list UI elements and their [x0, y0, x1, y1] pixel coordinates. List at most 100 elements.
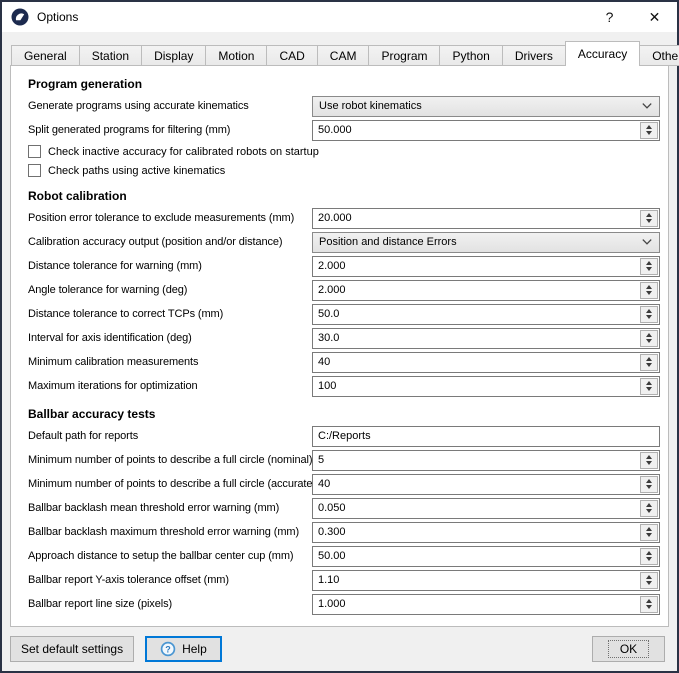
help-button[interactable]: ? Help: [145, 636, 222, 662]
position-error-tolerance-spinbox[interactable]: [312, 208, 660, 229]
calibration-accuracy-output-combobox[interactable]: Position and distance Errors: [312, 232, 660, 253]
spin-buttons[interactable]: [640, 524, 658, 541]
spinbox-value-input[interactable]: [313, 353, 640, 372]
spin-buttons[interactable]: [640, 452, 658, 469]
spin-buttons[interactable]: [640, 476, 658, 493]
tab-other[interactable]: Other: [639, 45, 679, 66]
form-row: Split generated programs for filtering (…: [28, 118, 660, 142]
spinbox-value-input[interactable]: [313, 121, 640, 140]
spin-up-icon: [646, 261, 652, 265]
text-input[interactable]: [313, 427, 659, 446]
spinbox-value-input[interactable]: [313, 209, 640, 228]
spin-buttons[interactable]: [640, 572, 658, 589]
generate-programs-kinematics-combobox[interactable]: Use robot kinematics: [312, 96, 660, 117]
spin-buttons[interactable]: [640, 378, 658, 395]
spinbox-value-input[interactable]: [313, 257, 640, 276]
interval-axis-identification-spinbox[interactable]: [312, 328, 660, 349]
ok-button[interactable]: OK: [592, 636, 665, 662]
default-path-reports-input[interactable]: [312, 426, 660, 447]
spin-buttons[interactable]: [640, 548, 658, 565]
field-label: Interval for axis identification (deg): [28, 332, 312, 344]
spin-buttons[interactable]: [640, 306, 658, 323]
spin-up-icon: [646, 333, 652, 337]
split-programs-filtering-spinbox[interactable]: [312, 120, 660, 141]
ballbar-backlash-mean-spinbox[interactable]: [312, 498, 660, 519]
tab-python[interactable]: Python: [439, 45, 502, 66]
distance-tolerance-tcp-spinbox[interactable]: [312, 304, 660, 325]
min-points-circle-nominal-spinbox[interactable]: [312, 450, 660, 471]
form-row: Ballbar report line size (pixels): [28, 592, 660, 616]
tab-drivers[interactable]: Drivers: [502, 45, 566, 66]
spin-down-icon: [646, 557, 652, 561]
check-inactive-accuracy-checkbox[interactable]: [28, 145, 41, 158]
spin-buttons[interactable]: [640, 354, 658, 371]
spinbox-value-input[interactable]: [313, 499, 640, 518]
field-label: Minimum calibration measurements: [28, 356, 312, 368]
ballbar-backlash-max-spinbox[interactable]: [312, 522, 660, 543]
spin-buttons[interactable]: [640, 282, 658, 299]
spin-buttons[interactable]: [640, 122, 658, 139]
spin-up-icon: [646, 479, 652, 483]
field-label: Ballbar report Y-axis tolerance offset (…: [28, 574, 312, 586]
spinbox-value-input[interactable]: [313, 547, 640, 566]
spin-buttons[interactable]: [640, 596, 658, 613]
form-row: Check paths using active kinematics: [28, 161, 660, 180]
spin-down-icon: [646, 605, 652, 609]
spin-up-icon: [646, 125, 652, 129]
spinbox-value-input[interactable]: [313, 451, 640, 470]
spinbox-value-input[interactable]: [313, 377, 640, 396]
titlebar-close-button[interactable]: ✕: [632, 2, 677, 32]
spin-up-icon: [646, 575, 652, 579]
approach-distance-center-cup-spinbox[interactable]: [312, 546, 660, 567]
form-row: Ballbar report Y-axis tolerance offset (…: [28, 568, 660, 592]
tab-program[interactable]: Program: [368, 45, 440, 66]
ballbar-yaxis-tolerance-spinbox[interactable]: [312, 570, 660, 591]
spin-buttons[interactable]: [640, 258, 658, 275]
distance-tolerance-warning-spinbox[interactable]: [312, 256, 660, 277]
ballbar-line-size-spinbox[interactable]: [312, 594, 660, 615]
tab-station[interactable]: Station: [79, 45, 142, 66]
spin-buttons[interactable]: [640, 500, 658, 517]
spinbox-value-input[interactable]: [313, 595, 640, 614]
field-label: Distance tolerance to correct TCPs (mm): [28, 308, 312, 320]
spin-up-icon: [646, 285, 652, 289]
maximum-iterations-optimization-spinbox[interactable]: [312, 376, 660, 397]
tab-cad[interactable]: CAD: [266, 45, 317, 66]
spin-down-icon: [646, 267, 652, 271]
spinbox-value-input[interactable]: [313, 305, 640, 324]
angle-tolerance-warning-spinbox[interactable]: [312, 280, 660, 301]
set-default-settings-button[interactable]: Set default settings: [10, 636, 134, 662]
spin-buttons[interactable]: [640, 330, 658, 347]
tab-display[interactable]: Display: [141, 45, 206, 66]
tab-cam[interactable]: CAM: [317, 45, 370, 66]
spin-down-icon: [646, 485, 652, 489]
check-paths-active-kinematics-checkbox[interactable]: [28, 164, 41, 177]
spin-down-icon: [646, 315, 652, 319]
min-points-circle-accurate-spinbox[interactable]: [312, 474, 660, 495]
spinbox-value-input[interactable]: [313, 281, 640, 300]
spin-down-icon: [646, 581, 652, 585]
spin-buttons[interactable]: [640, 210, 658, 227]
footer: Set default settings ? Help OK: [2, 627, 677, 671]
spin-down-icon: [646, 219, 652, 223]
svg-text:?: ?: [165, 644, 171, 654]
spinbox-value-input[interactable]: [313, 329, 640, 348]
form-row: Maximum iterations for optimization: [28, 374, 660, 398]
spinbox-value-input[interactable]: [313, 475, 640, 494]
robodk-logo-icon: [11, 8, 29, 26]
accuracy-tab-page: Program generation Generate programs usi…: [10, 65, 669, 627]
tab-accuracy[interactable]: Accuracy: [565, 41, 640, 66]
spinbox-value-input[interactable]: [313, 523, 640, 542]
spin-down-icon: [646, 387, 652, 391]
tab-general[interactable]: General: [11, 45, 80, 66]
minimum-calibration-measurements-spinbox[interactable]: [312, 352, 660, 373]
ok-button-label: OK: [608, 640, 649, 658]
question-mark-icon: ?: [606, 9, 614, 25]
tab-motion[interactable]: Motion: [205, 45, 267, 66]
spin-down-icon: [646, 533, 652, 537]
section-title-ballbar-accuracy-tests: Ballbar accuracy tests: [28, 404, 660, 424]
titlebar-help-button[interactable]: ?: [587, 2, 632, 32]
form-row: Approach distance to setup the ballbar c…: [28, 544, 660, 568]
titlebar: Options ? ✕: [2, 2, 677, 32]
spinbox-value-input[interactable]: [313, 571, 640, 590]
